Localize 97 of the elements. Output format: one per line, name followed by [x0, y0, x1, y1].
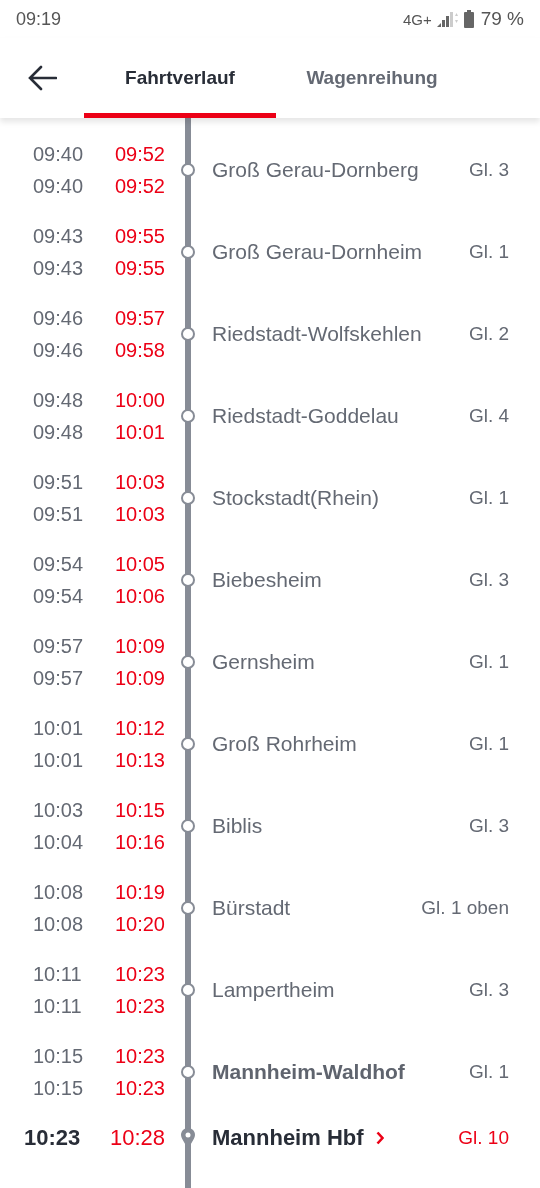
- stop-node: [181, 819, 195, 833]
- actual-time: 10:23: [114, 962, 165, 987]
- platform-label: Gl. 3: [468, 815, 510, 837]
- planned-time: 10:01: [33, 748, 84, 773]
- stop-node: [181, 409, 195, 423]
- actual-time: 10:16: [114, 830, 165, 855]
- back-arrow-icon[interactable]: [27, 65, 57, 91]
- stop-node: [181, 327, 195, 341]
- actual-time: 10:19: [114, 880, 165, 905]
- platform-label: Gl. 10: [458, 1127, 510, 1149]
- station-name: Bürstadt: [212, 896, 291, 920]
- actual-time: 09:55: [114, 224, 165, 249]
- planned-time: 09:48: [33, 388, 84, 413]
- station-name: Biebesheim: [212, 568, 322, 592]
- actual-time: 10:09: [114, 634, 165, 659]
- actual-time: 10:13: [114, 748, 165, 773]
- stop-node: [181, 901, 195, 915]
- platform-label: Gl. 1: [468, 733, 510, 755]
- planned-time: 09:43: [33, 224, 84, 249]
- stop-node: [181, 1065, 195, 1079]
- actual-time: 10:15: [114, 798, 165, 823]
- platform-label: Gl. 2: [468, 323, 510, 345]
- station-name: Groß Rohrheim: [212, 732, 357, 756]
- planned-time: 09:54: [33, 552, 84, 577]
- platform-label: Gl. 1: [468, 651, 510, 673]
- planned-time: 10:08: [33, 880, 84, 905]
- actual-time: 10:20: [114, 912, 165, 937]
- platform-label: Gl. 3: [468, 159, 510, 181]
- planned-time: 09:43: [33, 256, 84, 281]
- station-name: Lampertheim: [212, 978, 335, 1002]
- actual-time: 09:58: [114, 338, 165, 363]
- station-name: Riedstadt-Wolfskehlen: [212, 322, 422, 346]
- station-name: Biblis: [212, 814, 263, 838]
- stop-node: [181, 737, 195, 751]
- actual-time: 10:23: [114, 994, 165, 1019]
- status-time: 09:19: [16, 8, 62, 30]
- station-name: Stockstadt(Rhein): [212, 486, 379, 510]
- actual-time: 10:05: [114, 552, 165, 577]
- planned-time: 10:04: [33, 830, 84, 855]
- planned-time: 09:54: [33, 584, 84, 609]
- tab[interactable]: Wagenreihung: [276, 38, 468, 118]
- planned-time: 10:15: [33, 1044, 84, 1069]
- stop-node: [181, 573, 195, 587]
- network-type: 4G+: [402, 10, 432, 28]
- signal-icon: [436, 11, 459, 27]
- planned-time: 09:40: [33, 174, 84, 199]
- stop-node: [181, 491, 195, 505]
- platform-label: Gl. 3: [468, 569, 510, 591]
- planned-time: 10:23: [24, 1124, 81, 1152]
- stop-node: [181, 245, 195, 259]
- tab[interactable]: Fahrtverlauf: [84, 38, 276, 118]
- stop-node: [181, 983, 195, 997]
- actual-time: 10:23: [114, 1076, 165, 1101]
- station-name: Riedstadt-Goddelau: [212, 404, 399, 428]
- station-name: Groß Gerau-Dornheim: [212, 240, 423, 264]
- planned-time: 09:40: [33, 142, 84, 167]
- actual-time: 09:57: [114, 306, 165, 331]
- actual-time: 10:23: [114, 1044, 165, 1069]
- platform-label: Gl. 3: [468, 979, 510, 1001]
- actual-time: 10:09: [114, 666, 165, 691]
- planned-time: 09:57: [33, 666, 84, 691]
- actual-time: 10:03: [114, 470, 165, 495]
- planned-time: 10:03: [33, 798, 84, 823]
- platform-label: Gl. 1: [468, 487, 510, 509]
- planned-time: 09:51: [33, 502, 84, 527]
- station-name: Groß Gerau-Dornberg: [212, 158, 419, 182]
- planned-time: 10:11: [33, 994, 82, 1019]
- actual-time: 10:06: [114, 584, 165, 609]
- actual-time: 09:55: [114, 256, 165, 281]
- planned-time: 09:48: [33, 420, 84, 445]
- planned-time: 10:11: [33, 962, 82, 987]
- planned-time: 09:57: [33, 634, 84, 659]
- station-name[interactable]: Mannheim Hbf: [212, 1125, 364, 1151]
- battery-level: 79 %: [480, 8, 524, 30]
- platform-label: Gl. 4: [468, 405, 510, 427]
- planned-time: 09:46: [33, 338, 84, 363]
- planned-time: 10:08: [33, 912, 84, 937]
- stop-node: [181, 655, 195, 669]
- planned-time: 10:15: [33, 1076, 84, 1101]
- planned-time: 09:46: [33, 306, 84, 331]
- actual-time: 10:12: [114, 716, 165, 741]
- actual-time: 09:52: [114, 174, 165, 199]
- platform-label: Gl. 1: [468, 1061, 510, 1083]
- battery-icon: [463, 10, 474, 28]
- chevron-icon[interactable]: [375, 1131, 384, 1145]
- platform-label: Gl. 1 oben: [421, 897, 510, 919]
- stop-node: [181, 163, 195, 177]
- actual-time: 09:52: [114, 142, 165, 167]
- station-name: Gernsheim: [212, 650, 315, 674]
- planned-time: 10:01: [33, 716, 84, 741]
- platform-label: Gl. 1: [468, 241, 510, 263]
- station-name: Mannheim-Waldhof: [212, 1060, 405, 1084]
- actual-time: 10:03: [114, 502, 165, 527]
- actual-time: 10:28: [109, 1124, 165, 1152]
- actual-time: 10:00: [114, 388, 165, 413]
- planned-time: 09:51: [33, 470, 84, 495]
- actual-time: 10:01: [114, 420, 165, 445]
